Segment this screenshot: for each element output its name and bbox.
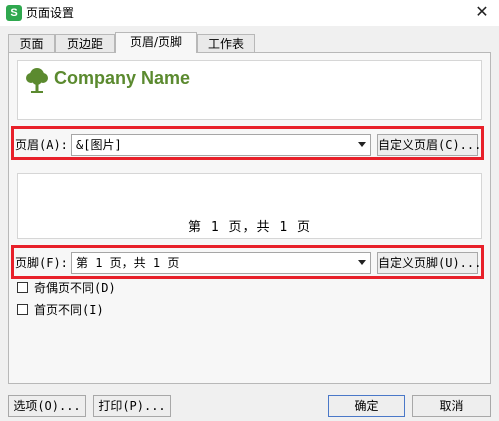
odd-even-checkbox[interactable] xyxy=(17,282,28,293)
options-button[interactable]: 选项(O)... xyxy=(8,395,86,417)
first-page-label[interactable]: 首页不同(I) xyxy=(34,302,104,318)
window-title: 页面设置 xyxy=(26,6,75,20)
header-preview: Company Name xyxy=(17,60,482,120)
first-page-checkbox[interactable] xyxy=(17,304,28,315)
footer-preview: 第 1 页，共 1 页 xyxy=(17,173,482,239)
tab-margins[interactable]: 页边距 xyxy=(55,34,115,52)
chevron-down-icon[interactable] xyxy=(358,142,366,147)
header-label: 页眉(A): xyxy=(15,138,68,152)
tree-logo-icon xyxy=(26,68,48,93)
header-dropdown[interactable]: &[图片] xyxy=(71,134,371,156)
company-name-logo: Company Name xyxy=(54,68,191,88)
footer-preview-text: 第 1 页，共 1 页 xyxy=(188,220,311,235)
cancel-button[interactable]: 取消 xyxy=(412,395,491,417)
chevron-down-icon[interactable] xyxy=(358,260,366,265)
tab-sheet[interactable]: 工作表 xyxy=(197,34,255,52)
print-button[interactable]: 打印(P)... xyxy=(93,395,171,417)
app-logo-icon: S xyxy=(6,5,22,21)
odd-even-label[interactable]: 奇偶页不同(D) xyxy=(34,280,116,296)
footer-label: 页脚(F): xyxy=(15,256,68,270)
footer-dropdown[interactable]: 第 1 页，共 1 页 xyxy=(71,252,371,274)
header-footer-panel: Company Name 页眉(A): &[图片] 自定义页眉(C)... 第 … xyxy=(8,52,491,384)
custom-footer-button[interactable]: 自定义页脚(U)... xyxy=(377,252,481,274)
close-icon[interactable]: ✕ xyxy=(471,1,493,23)
tab-header-footer[interactable]: 页眉/页脚 xyxy=(115,32,197,53)
tab-page[interactable]: 页面 xyxy=(8,34,55,52)
footer-dropdown-value: 第 1 页，共 1 页 xyxy=(76,256,180,270)
header-dropdown-value: &[图片] xyxy=(76,138,122,152)
ok-button[interactable]: 确定 xyxy=(328,395,405,417)
custom-header-button[interactable]: 自定义页眉(C)... xyxy=(377,134,481,156)
title-bar: S 页面设置 ✕ xyxy=(0,0,499,26)
